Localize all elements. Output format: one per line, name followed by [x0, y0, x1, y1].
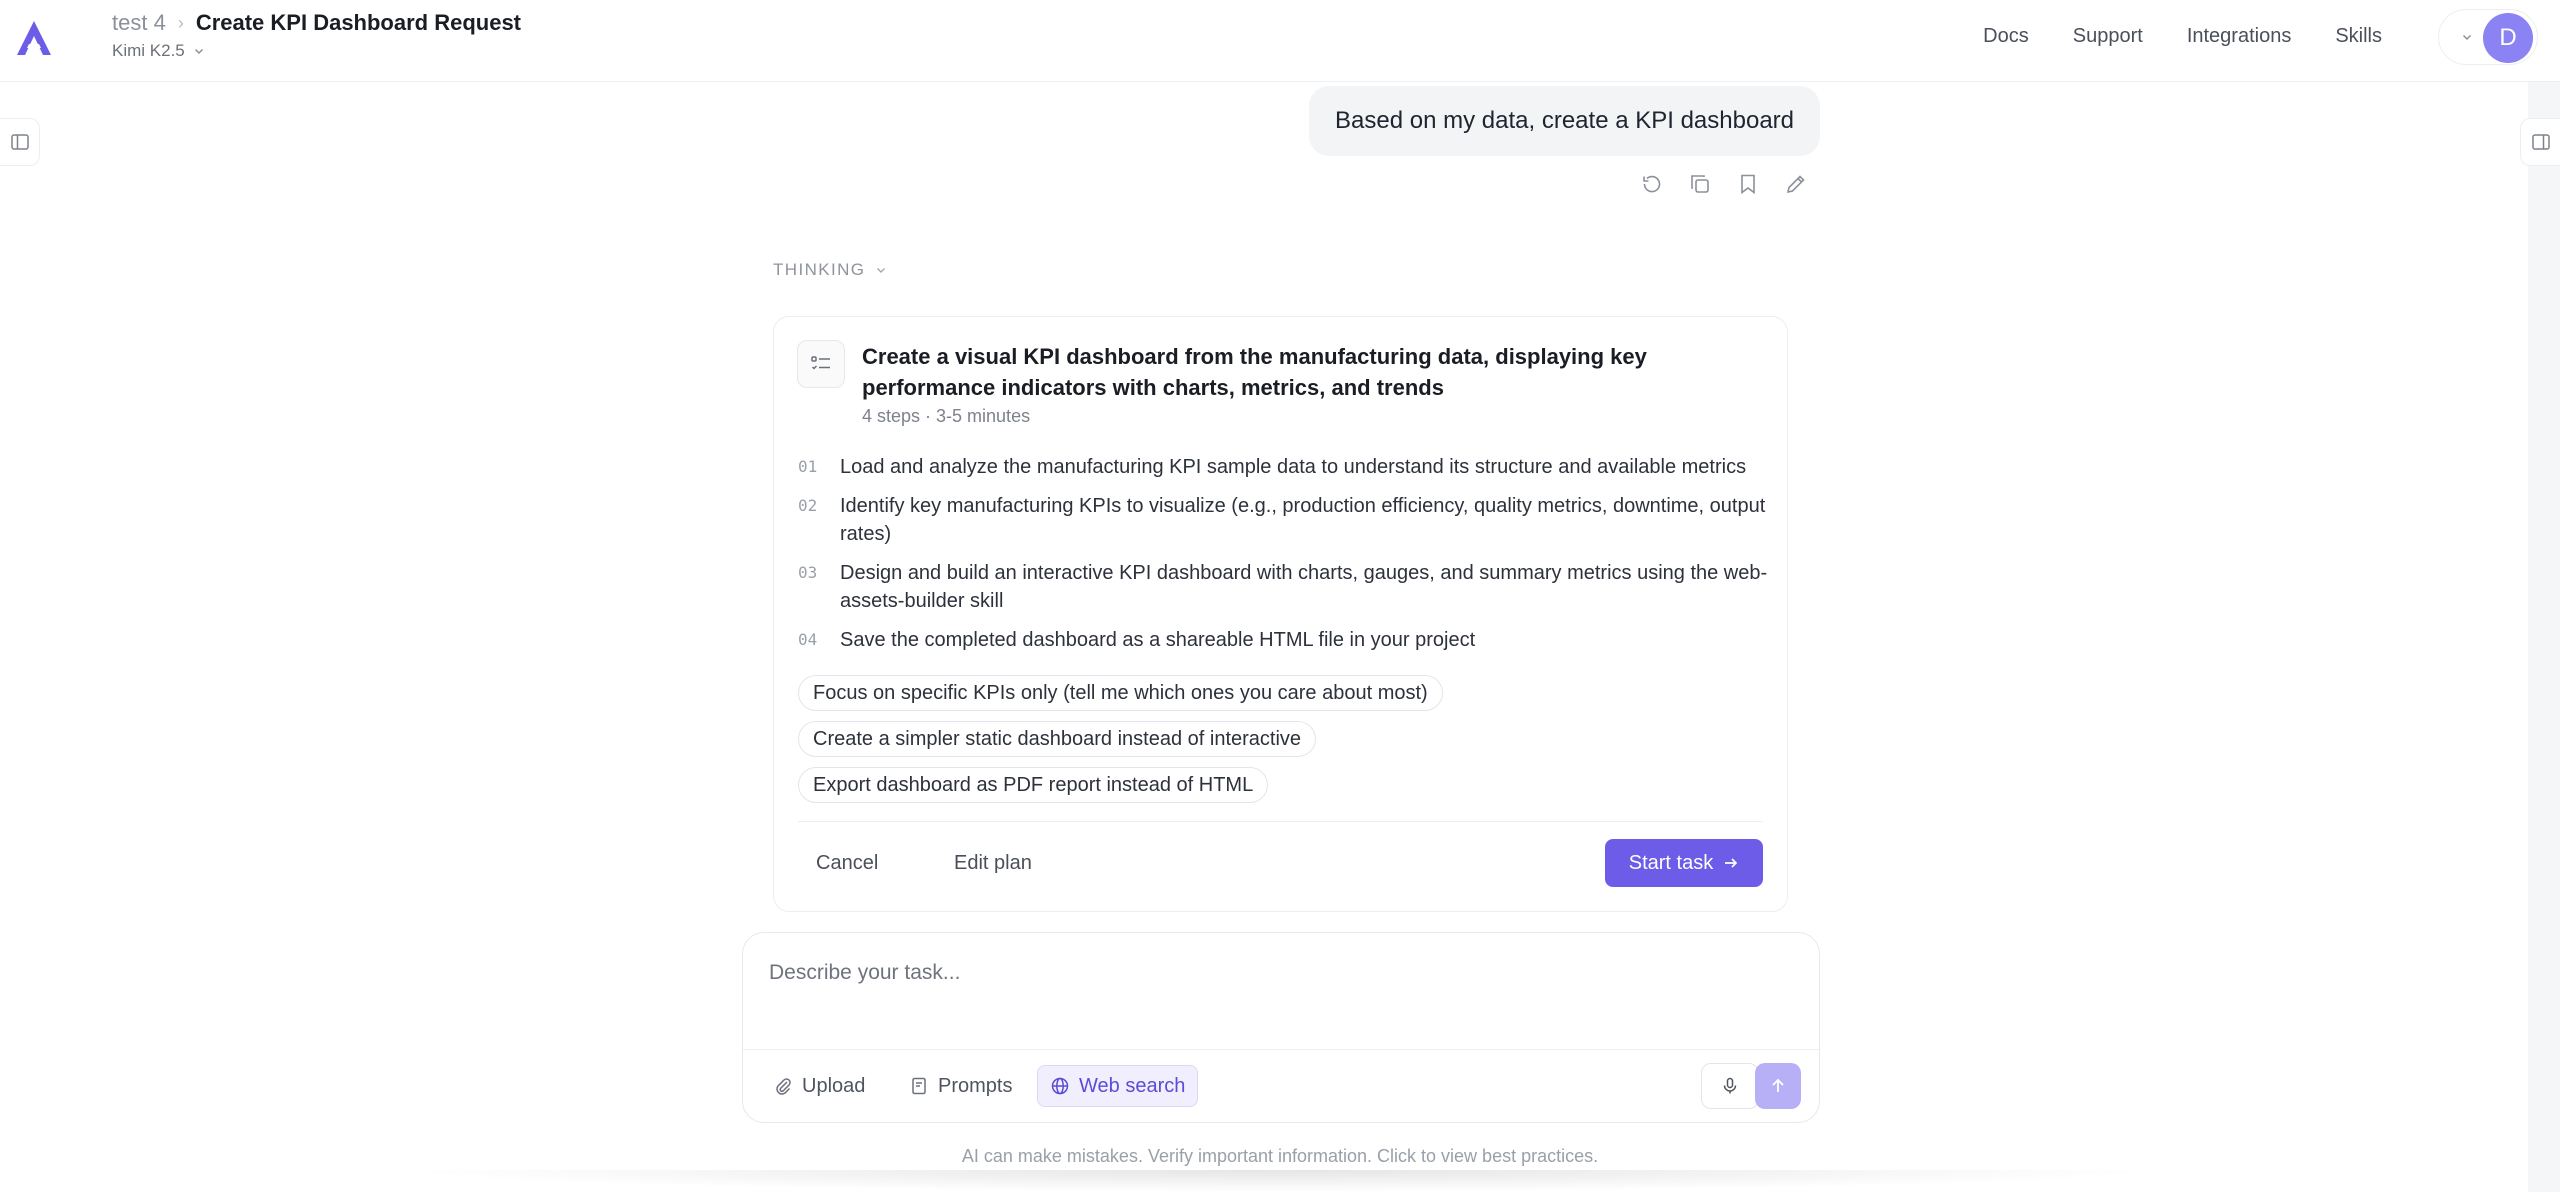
send-button[interactable] — [1755, 1063, 1801, 1109]
right-panel-edge — [2528, 82, 2560, 1192]
web-search-label: Web search — [1079, 1074, 1186, 1097]
sidebar-icon — [2531, 132, 2551, 152]
toggle-right-panel-button[interactable] — [2520, 118, 2560, 166]
step-text: Save the completed dashboard as a sharea… — [840, 629, 1476, 651]
bottom-shadow — [400, 1170, 2160, 1192]
step-number: 01 — [798, 457, 818, 476]
start-task-label: Start task — [1628, 851, 1714, 874]
plan-title: Create a visual KPI dashboard from the m… — [862, 344, 1647, 400]
model-selector[interactable]: Kimi K2.5 — [112, 41, 205, 61]
plan-step: 03 Design and build an interactive KPI d… — [798, 559, 1778, 615]
step-text: Identify key manufacturing KPIs to visua… — [840, 495, 1766, 545]
step-number: 02 — [798, 496, 818, 515]
upload-label: Upload — [802, 1074, 866, 1097]
task-plan-card: Create a visual KPI dashboard from the m… — [773, 316, 1788, 912]
plan-step: 04 Save the completed dashboard as a sha… — [798, 626, 1778, 654]
breadcrumb-project[interactable]: test 4 — [112, 10, 166, 36]
task-input[interactable] — [769, 953, 1789, 993]
nav-integrations[interactable]: Integrations — [2187, 25, 2292, 48]
breadcrumb: test 4 › Create KPI Dashboard Request — [112, 10, 521, 36]
suggestion-chip[interactable]: Export dashboard as PDF report instead o… — [798, 767, 1269, 803]
step-number: 04 — [798, 630, 818, 649]
nav-support[interactable]: Support — [2073, 25, 2143, 48]
copy-icon[interactable] — [1688, 172, 1712, 196]
divider — [798, 821, 1763, 822]
user-message: Based on my data, create a KPI dashboard — [1309, 86, 1820, 156]
step-text: Load and analyze the manufacturing KPI s… — [840, 456, 1747, 478]
app-logo-icon[interactable] — [14, 18, 54, 58]
start-task-button[interactable]: Start task — [1605, 839, 1763, 887]
arrow-right-icon — [1723, 855, 1739, 871]
thinking-label: THINKING — [773, 260, 866, 279]
breadcrumb-separator: › — [177, 12, 184, 33]
suggestion-chip[interactable]: Focus on specific KPIs only (tell me whi… — [798, 675, 1443, 711]
avatar[interactable]: D — [2483, 13, 2533, 63]
page-title: Create KPI Dashboard Request — [195, 10, 522, 35]
disclaimer-link[interactable]: AI can make mistakes. Verify important i… — [0, 1146, 2560, 1167]
plan-step: 02 Identify key manufacturing KPIs to vi… — [798, 492, 1778, 548]
thinking-toggle[interactable]: THINKING — [773, 260, 887, 280]
bookmark-icon[interactable] — [1736, 172, 1760, 196]
message-actions — [1640, 172, 1808, 196]
chevron-down-icon — [875, 264, 887, 276]
cancel-button[interactable]: Cancel — [816, 839, 878, 887]
toggle-left-sidebar-button[interactable] — [0, 118, 40, 166]
nav-docs[interactable]: Docs — [1983, 25, 2029, 48]
step-number: 03 — [798, 563, 818, 582]
sidebar-icon — [10, 132, 30, 152]
voice-input-button[interactable] — [1701, 1063, 1759, 1109]
plan-step: 01 Load and analyze the manufacturing KP… — [798, 453, 1778, 481]
user-message-text: Based on my data, create a KPI dashboard — [1335, 107, 1794, 134]
edit-plan-button[interactable]: Edit plan — [954, 839, 1032, 887]
chevron-down-icon — [2461, 31, 2473, 43]
retry-icon[interactable] — [1640, 172, 1664, 196]
plan-suggestions: Focus on specific KPIs only (tell me whi… — [798, 675, 1443, 813]
nav-skills[interactable]: Skills — [2335, 25, 2382, 48]
chevron-down-icon — [193, 45, 205, 57]
plan-steps: 01 Load and analyze the manufacturing KP… — [798, 453, 1778, 665]
top-bar: test 4 › Create KPI Dashboard Request Ki… — [0, 0, 2560, 82]
plan-actions: Cancel Edit plan Start task — [798, 839, 1763, 887]
prompts-button[interactable]: Prompts — [897, 1065, 1024, 1107]
upload-button[interactable]: Upload — [761, 1065, 877, 1107]
plan-meta: 4 steps · 3-5 minutes — [862, 406, 1031, 426]
prompts-label: Prompts — [938, 1074, 1013, 1097]
divider — [743, 1049, 1819, 1050]
edit-icon[interactable] — [1784, 172, 1808, 196]
model-label: Kimi K2.5 — [112, 41, 185, 60]
step-text: Design and build an interactive KPI dash… — [840, 562, 1768, 612]
suggestion-chip[interactable]: Create a simpler static dashboard instea… — [798, 721, 1317, 757]
web-search-toggle[interactable]: Web search — [1037, 1065, 1199, 1107]
account-menu[interactable]: D — [2438, 9, 2538, 65]
message-composer: Upload Prompts Web search — [742, 932, 1820, 1123]
paperclip-icon — [773, 1076, 793, 1096]
globe-icon — [1050, 1076, 1070, 1096]
arrow-up-icon — [1768, 1076, 1788, 1096]
checklist-icon — [797, 340, 845, 388]
microphone-icon — [1720, 1076, 1740, 1096]
book-icon — [909, 1076, 929, 1096]
